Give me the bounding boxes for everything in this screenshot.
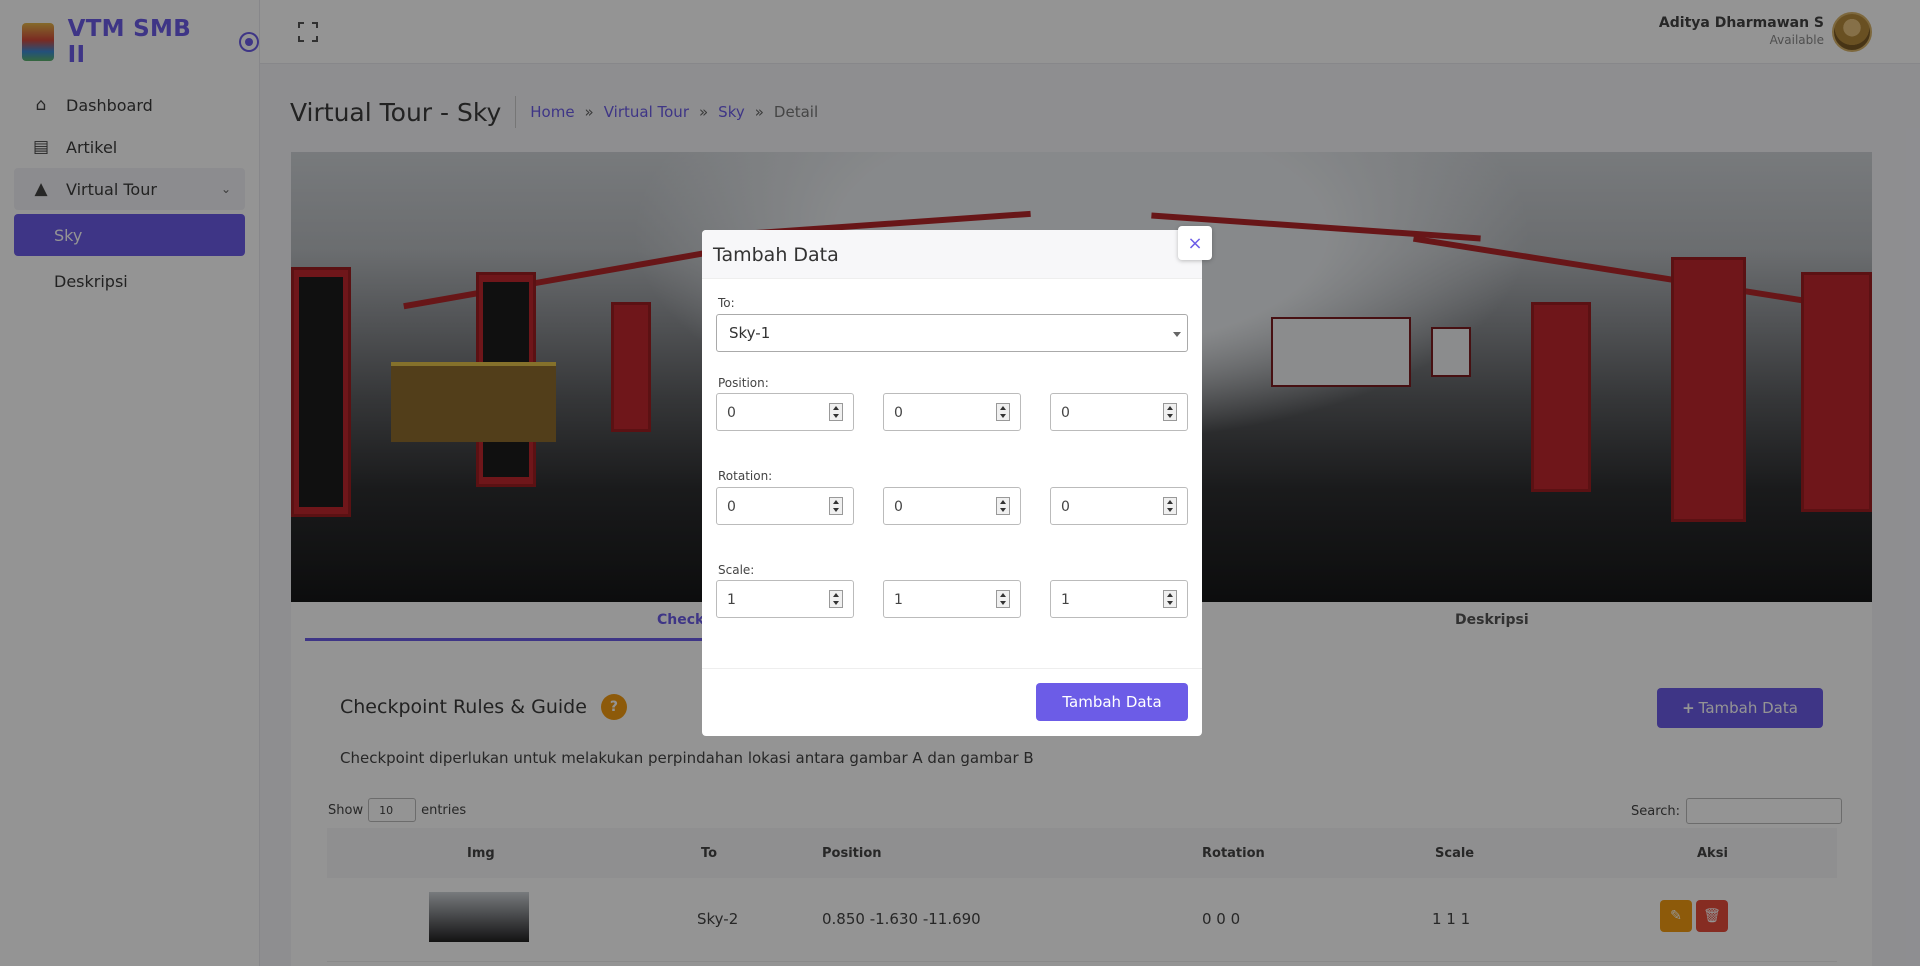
spinner-icon[interactable] bbox=[996, 590, 1010, 608]
scale-y-value: 1 bbox=[894, 592, 903, 608]
scale-z-value: 1 bbox=[1061, 592, 1070, 608]
scale-x-value: 1 bbox=[727, 592, 736, 608]
scale-z-field[interactable]: 1 bbox=[1050, 580, 1188, 618]
to-label: To: bbox=[718, 296, 735, 310]
position-z-value: 0 bbox=[1061, 405, 1070, 421]
rotation-x-value: 0 bbox=[727, 499, 736, 515]
position-label: Position: bbox=[718, 376, 769, 390]
scale-label: Scale: bbox=[718, 563, 755, 577]
rotation-y-field[interactable]: 0 bbox=[883, 487, 1021, 525]
spinner-icon[interactable] bbox=[996, 403, 1010, 421]
rotation-z-field[interactable]: 0 bbox=[1050, 487, 1188, 525]
tambah-data-modal: Tambah Data × To: Sky-1 Position: 0 0 0 … bbox=[702, 226, 1212, 736]
modal-footer: Tambah Data bbox=[702, 668, 1202, 736]
rotation-z-value: 0 bbox=[1061, 499, 1070, 515]
rotation-y-value: 0 bbox=[894, 499, 903, 515]
spinner-icon[interactable] bbox=[1163, 403, 1177, 421]
spinner-icon[interactable] bbox=[1163, 497, 1177, 515]
spinner-icon[interactable] bbox=[829, 590, 843, 608]
position-x-field[interactable]: 0 bbox=[716, 393, 854, 431]
chevron-down-icon bbox=[1173, 332, 1181, 337]
modal-title: Tambah Data bbox=[702, 230, 1202, 279]
position-z-field[interactable]: 0 bbox=[1050, 393, 1188, 431]
position-y-value: 0 bbox=[894, 405, 903, 421]
rotation-x-field[interactable]: 0 bbox=[716, 487, 854, 525]
position-y-field[interactable]: 0 bbox=[883, 393, 1021, 431]
submit-button[interactable]: Tambah Data bbox=[1036, 683, 1188, 721]
close-button[interactable]: × bbox=[1178, 226, 1212, 260]
scale-y-field[interactable]: 1 bbox=[883, 580, 1021, 618]
scale-x-field[interactable]: 1 bbox=[716, 580, 854, 618]
to-select[interactable]: Sky-1 bbox=[716, 314, 1188, 352]
spinner-icon[interactable] bbox=[996, 497, 1010, 515]
spinner-icon[interactable] bbox=[829, 403, 843, 421]
position-x-value: 0 bbox=[727, 405, 736, 421]
spinner-icon[interactable] bbox=[829, 497, 843, 515]
to-select-value: Sky-1 bbox=[729, 324, 771, 342]
rotation-label: Rotation: bbox=[718, 469, 773, 483]
spinner-icon[interactable] bbox=[1163, 590, 1177, 608]
